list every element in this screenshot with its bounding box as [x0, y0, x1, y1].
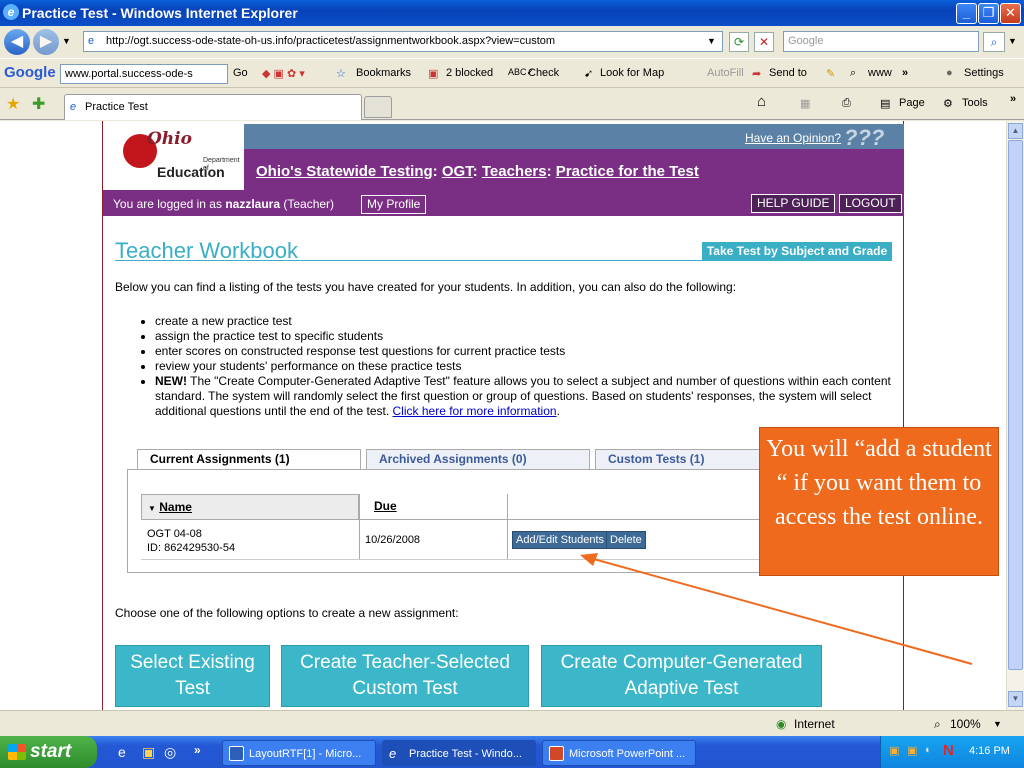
status-bar: ◉ Internet ⌕ 100% ▼ — [0, 710, 1024, 736]
taskbar-item-word[interactable]: LayoutRTF[1] - Micro... — [222, 740, 376, 766]
clock: 4:16 PM — [969, 745, 1010, 757]
start-button[interactable]: start — [0, 736, 97, 768]
more-chevron-icon[interactable]: » — [194, 743, 201, 757]
zoom-dropdown-icon[interactable]: ▼ — [993, 719, 1002, 729]
zoom-icon: ⌕ — [934, 717, 941, 731]
windows-logo-icon — [8, 744, 26, 760]
scroll-thumb[interactable] — [1008, 140, 1023, 670]
tray-app-icon[interactable]: ▣ — [889, 744, 899, 757]
outlook-quicklaunch-icon[interactable]: ▣ — [142, 744, 155, 761]
norton-icon[interactable]: N — [943, 742, 954, 759]
tray-app-icon[interactable]: ◐ — [925, 744, 932, 756]
taskbar-item-powerpoint[interactable]: Microsoft PowerPoint ... — [542, 740, 696, 766]
word-icon — [229, 746, 244, 761]
media-quicklaunch-icon[interactable]: ◎ — [164, 744, 176, 761]
tray-app-icon[interactable]: ▣ — [907, 744, 917, 757]
vertical-scrollbar[interactable]: ▲ ▼ — [1006, 121, 1024, 710]
scroll-down-icon[interactable]: ▼ — [1008, 691, 1023, 707]
ie-quicklaunch-icon[interactable]: e — [118, 744, 126, 760]
taskbar: start e ▣ ◎ » LayoutRTF[1] - Micro... e … — [0, 736, 1024, 768]
scroll-up-icon[interactable]: ▲ — [1008, 123, 1023, 139]
globe-icon: ◉ — [776, 717, 787, 731]
taskbar-item-ie[interactable]: e Practice Test - Windo... — [382, 740, 536, 766]
system-tray: ▣ ▣ ◐ N 4:16 PM — [880, 736, 1024, 768]
zoom-level[interactable]: 100% — [950, 717, 981, 731]
ie-icon: e — [389, 746, 397, 761]
security-zone: Internet — [794, 717, 835, 731]
powerpoint-icon — [549, 746, 564, 761]
annotation-arrow — [580, 553, 973, 665]
